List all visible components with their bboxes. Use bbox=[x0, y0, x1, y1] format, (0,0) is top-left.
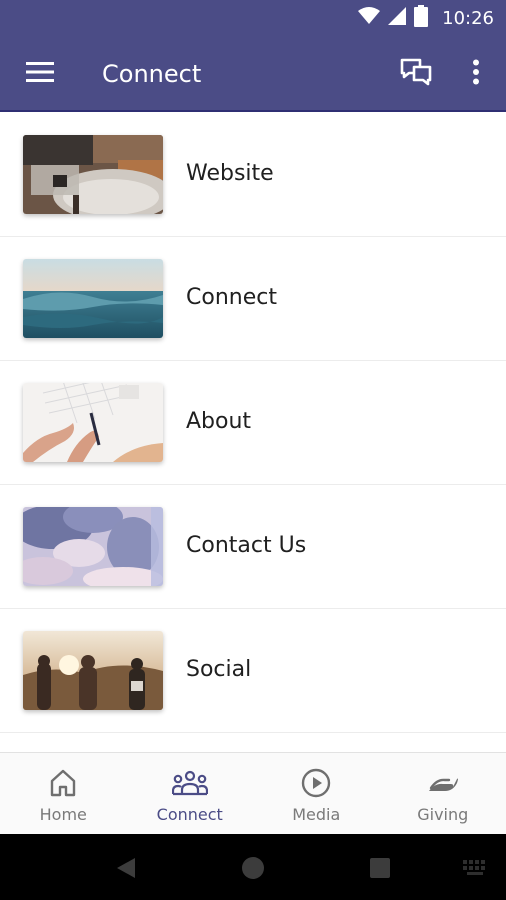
list-item-label: About bbox=[186, 409, 252, 434]
tab-label: Home bbox=[39, 805, 87, 824]
tab-giving[interactable]: Giving bbox=[380, 753, 506, 834]
tab-media[interactable]: Media bbox=[253, 753, 380, 834]
back-icon[interactable] bbox=[112, 854, 140, 882]
list-item-label: Connect bbox=[186, 285, 277, 310]
menu-button[interactable] bbox=[22, 56, 58, 92]
tab-label: Media bbox=[292, 805, 341, 824]
tab-label: Connect bbox=[156, 805, 223, 824]
signal-icon bbox=[388, 6, 407, 30]
list-item-website[interactable]: Website bbox=[0, 113, 506, 237]
connect-list: Website Connect About Contact Us Social bbox=[0, 113, 506, 733]
bottom-navigation: Home Connect Media Giving bbox=[0, 752, 506, 834]
tab-label: Giving bbox=[417, 805, 469, 824]
play-circle-icon bbox=[301, 767, 331, 799]
clouds-sky-thumbnail bbox=[23, 507, 163, 586]
system-navigation-bar bbox=[0, 834, 506, 900]
hands-writing-thumbnail bbox=[23, 383, 163, 462]
status-time: 10:26 bbox=[442, 7, 494, 29]
list-item-label: Contact Us bbox=[186, 533, 307, 558]
home-circle-icon[interactable] bbox=[239, 854, 267, 882]
status-bar: 10:26 bbox=[0, 0, 506, 36]
tab-home[interactable]: Home bbox=[0, 753, 127, 834]
chat-icon bbox=[400, 58, 432, 91]
recents-icon[interactable] bbox=[366, 854, 394, 882]
battery-icon bbox=[414, 4, 429, 32]
living-room-thumbnail bbox=[23, 135, 163, 214]
list-item-about[interactable]: About bbox=[0, 361, 506, 485]
more-options-button[interactable] bbox=[458, 54, 494, 94]
list-item-contact-us[interactable]: Contact Us bbox=[0, 485, 506, 609]
app-bar: Connect bbox=[0, 36, 506, 112]
friends-sunset-thumbnail bbox=[23, 631, 163, 710]
wifi-icon bbox=[358, 6, 381, 30]
menu-icon bbox=[26, 61, 54, 88]
list-item-label: Social bbox=[186, 657, 252, 682]
giving-hand-icon bbox=[427, 767, 459, 799]
list-item-label: Website bbox=[186, 161, 274, 186]
people-icon bbox=[171, 767, 208, 799]
chat-button[interactable] bbox=[396, 54, 436, 94]
list-item-social[interactable]: Social bbox=[0, 609, 506, 733]
status-icons: 10:26 bbox=[358, 4, 494, 32]
ocean-waves-thumbnail bbox=[23, 259, 163, 338]
page-title: Connect bbox=[102, 60, 202, 88]
tab-connect[interactable]: Connect bbox=[127, 753, 254, 834]
more-vert-icon bbox=[472, 59, 480, 90]
home-icon bbox=[50, 767, 76, 799]
list-item-connect[interactable]: Connect bbox=[0, 237, 506, 361]
keyboard-icon[interactable] bbox=[462, 854, 490, 882]
